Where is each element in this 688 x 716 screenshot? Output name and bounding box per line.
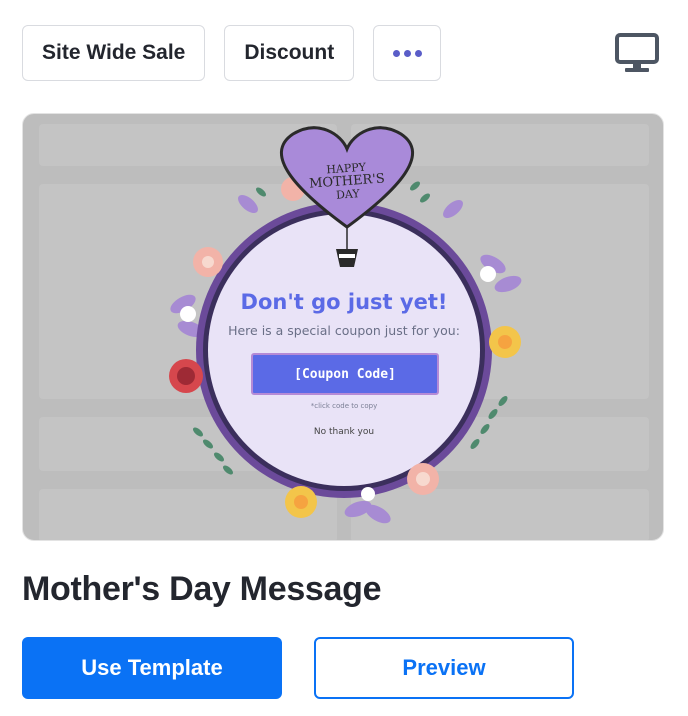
popup-copy-hint: *click code to copy [310,402,378,410]
more-tags-button[interactable] [373,25,442,81]
more-dots-icon [392,49,422,57]
template-preview-image[interactable]: HAPPY MOTHER'S DAY Don't go just yet! He… [22,113,664,541]
popup-decline-link[interactable]: No thank you [23,427,663,437]
coupon-code-button[interactable]: [Coupon Code] [251,353,439,395]
template-title: Mother's Day Message [22,570,382,608]
tag-row: Site Wide Sale Discount [22,25,442,81]
preview-button[interactable]: Preview [314,637,574,699]
desktop-monitor-icon[interactable] [614,32,660,74]
use-template-button[interactable]: Use Template [22,637,282,699]
tag-discount[interactable]: Discount [224,25,355,81]
tag-site-wide-sale[interactable]: Site Wide Sale [22,25,206,81]
popup-subtext: Here is a special coupon just for you: [228,323,460,338]
balloon-text: HAPPY MOTHER'S DAY [308,160,386,202]
popup-headline: Don't go just yet! [240,290,448,314]
